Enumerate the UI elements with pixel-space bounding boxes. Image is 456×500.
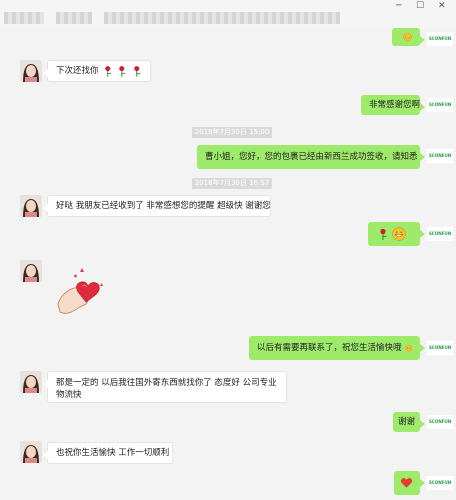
brand-logo: SCONFUN — [427, 341, 453, 355]
avatar[interactable] — [20, 60, 42, 82]
message-text: 也祝你生活愉快 工作一切顺利 — [56, 448, 170, 458]
rose-icon — [380, 228, 387, 240]
message-text: 那是一定的 以后我往国外寄东西就找你了 态度好 公司专业 物流快 — [56, 378, 277, 400]
blurred-contact-name — [56, 12, 92, 24]
grin-emoji-icon — [403, 32, 412, 42]
avatar[interactable] — [20, 441, 42, 463]
message-text: 谢谢 — [398, 417, 416, 427]
brand-logo: SCONFUN — [427, 415, 453, 429]
message-bubble-incoming: 也祝你生活愉快 工作一切顺利 — [43, 442, 173, 464]
message-bubble-outgoing: 曹小姐，您好，您的包裹已经由新西兰成功签收，请知悉 — [197, 145, 425, 169]
message-bubble-incoming: 下次还找你 — [43, 60, 151, 82]
message-text: 好哒 我朋友已经收到了 非常感想您的提醒 超级快 谢谢您 — [56, 201, 271, 211]
brand-logo: SCONFUN — [427, 32, 453, 46]
heart-icon — [400, 478, 413, 488]
message-bubble-incoming: 好哒 我朋友已经收到了 非常感想您的提醒 超级快 谢谢您 — [43, 195, 271, 217]
close-button[interactable]: ✕ — [438, 1, 446, 11]
timestamp: 2018年7月30日 15:00 — [192, 127, 272, 138]
timestamp: 2018年7月30日 16:57 — [192, 178, 272, 189]
blurred-contact-name — [104, 12, 340, 24]
message-bubble-outgoing — [368, 222, 425, 246]
avatar[interactable] — [20, 371, 42, 393]
maximize-button[interactable]: ☐ — [416, 1, 424, 11]
grin-emoji-icon — [392, 227, 406, 241]
rose-icon — [133, 66, 140, 77]
message-text: 曹小姐，您好，您的包裹已经由新西兰成功签收，请知悉 — [205, 152, 418, 162]
message-text: 非常感谢您啊 — [369, 100, 421, 110]
rose-icon — [104, 66, 111, 77]
brand-logo: SCONFUN — [427, 149, 453, 163]
message-text: 下次还找你 — [56, 66, 99, 76]
chat-area[interactable]: SCONFUN 下次还找你 非常感谢您啊 SCONFUN 2018年7月30日 … — [0, 28, 456, 500]
rose-icon — [119, 66, 126, 77]
brand-logo: SCONFUN — [427, 227, 453, 241]
message-bubble-outgoing: 以后有需要再联系了，祝您生活愉快哦 — [249, 336, 425, 360]
avatar[interactable] — [20, 260, 42, 282]
minimize-button[interactable]: ─ — [396, 1, 401, 11]
brand-logo: SCONFUN — [427, 98, 453, 112]
message-bubble-outgoing — [394, 471, 425, 495]
message-bubble-outgoing — [392, 28, 425, 46]
finger-heart-sticker[interactable] — [48, 264, 116, 322]
message-bubble-incoming: 那是一定的 以后我往国外寄东西就找你了 态度好 公司专业 物流快 — [43, 371, 287, 403]
message-bubble-outgoing: 谢谢 — [393, 412, 425, 432]
title-bar: ─ ☐ ✕ — [0, 0, 456, 28]
message-text: 以后有需要再联系了，祝您生活愉快哦 — [257, 343, 402, 353]
message-bubble-outgoing: 非常感谢您啊 — [361, 95, 425, 115]
brand-logo: SCONFUN — [427, 476, 453, 490]
grin-emoji-icon — [404, 344, 412, 352]
blurred-contact-name — [4, 12, 44, 24]
avatar[interactable] — [20, 195, 42, 217]
